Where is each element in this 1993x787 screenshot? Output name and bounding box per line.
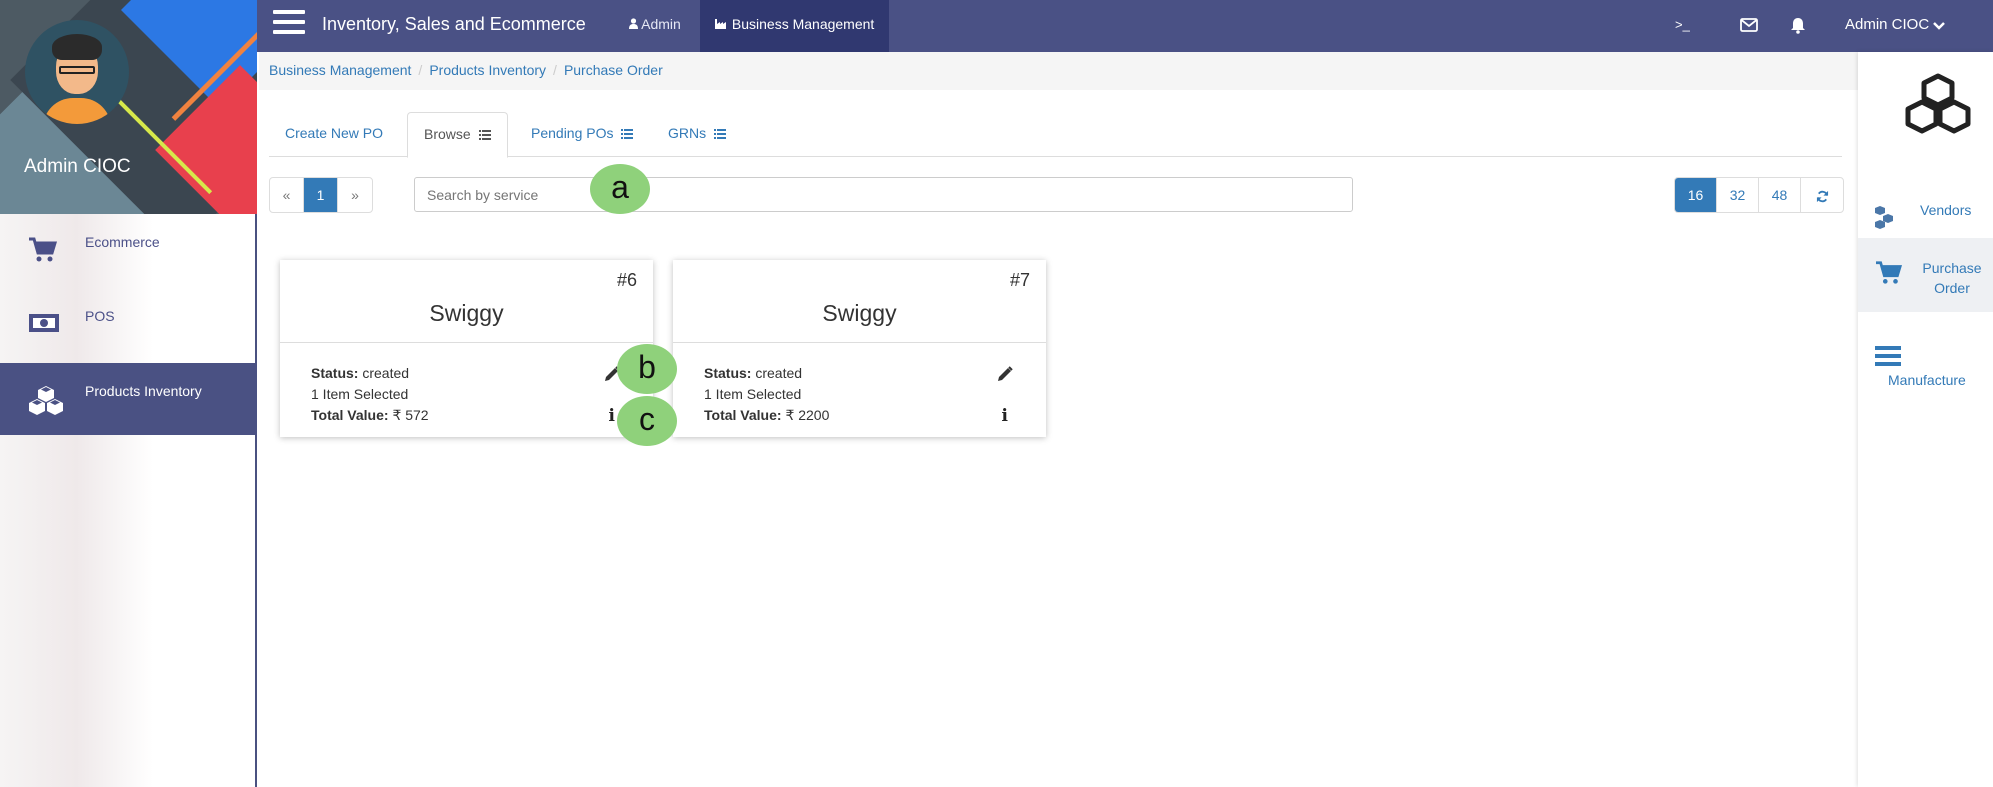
tab-pending-pos[interactable]: Pending POs bbox=[515, 112, 649, 157]
right-panel-purchase-order[interactable]: Purchase Order bbox=[1858, 238, 1993, 312]
po-vendor-name: Swiggy bbox=[429, 300, 504, 326]
profile-header: Admin CIOC bbox=[0, 0, 257, 214]
bell-icon[interactable] bbox=[1790, 0, 1806, 52]
sidebar-item-label: POS bbox=[85, 308, 115, 324]
pagination-prev[interactable]: « bbox=[270, 178, 304, 212]
user-menu-label: Admin CIOC bbox=[1845, 16, 1930, 33]
info-icon[interactable]: i bbox=[1002, 406, 1008, 426]
search-input[interactable] bbox=[414, 177, 1353, 212]
nav-link-business-management[interactable]: Business Management bbox=[700, 0, 890, 52]
refresh-button[interactable] bbox=[1801, 178, 1843, 212]
breadcrumb: Business Management / Products Inventory… bbox=[269, 62, 663, 78]
page-size-selector: 16 32 48 bbox=[1674, 177, 1844, 213]
user-menu[interactable]: Admin CIOC bbox=[1845, 0, 1946, 52]
breadcrumb-bar: Business Management / Products Inventory… bbox=[259, 52, 1859, 90]
po-total-label: Total Value: bbox=[311, 407, 389, 423]
tab-grns[interactable]: GRNs bbox=[652, 112, 742, 157]
cubes-icon bbox=[28, 385, 63, 415]
pagination-next[interactable]: » bbox=[338, 178, 372, 212]
info-icon[interactable]: i bbox=[609, 406, 615, 426]
list-icon bbox=[621, 129, 634, 140]
user-icon bbox=[629, 16, 641, 32]
po-status-label: Status: bbox=[311, 365, 359, 381]
app-root: Admin CIOC Ecommerce POS Products Invent… bbox=[0, 0, 1993, 787]
right-panel-label: Manufacture bbox=[1888, 372, 1966, 388]
annotation-b: b bbox=[617, 344, 677, 394]
list-icon bbox=[714, 129, 727, 140]
divider bbox=[673, 342, 1046, 343]
pagination-page[interactable]: 1 bbox=[304, 178, 338, 212]
profile-name: Admin CIOC bbox=[24, 156, 131, 177]
vendors-icon bbox=[1874, 204, 1900, 235]
hamburger-menu-icon[interactable] bbox=[273, 10, 305, 38]
avatar[interactable] bbox=[25, 20, 129, 124]
tab-create-new-po[interactable]: Create New PO bbox=[269, 112, 399, 157]
terminal-icon[interactable]: >_ bbox=[1675, 0, 1690, 52]
right-panel-manufacture[interactable]: Manufacture bbox=[1858, 334, 1993, 404]
breadcrumb-item[interactable]: Purchase Order bbox=[564, 62, 663, 78]
tab-label: GRNs bbox=[668, 125, 707, 141]
right-panel-label: Purchase Order bbox=[1922, 260, 1982, 296]
sidebar-item-pos[interactable]: POS bbox=[0, 288, 257, 360]
app-title: Inventory, Sales and Ecommerce bbox=[322, 14, 586, 34]
po-status-label: Status: bbox=[704, 365, 752, 381]
nav-link-label: Business Management bbox=[731, 16, 875, 32]
tab-bar: Create New PO Browse Pending POs GRNs bbox=[269, 112, 1842, 158]
right-panel-label: Vendors bbox=[1920, 202, 1972, 218]
sidebar-item-ecommerce[interactable]: Ecommerce bbox=[0, 214, 257, 286]
sidebar-item-label: Ecommerce bbox=[85, 234, 160, 250]
po-total: Total Value: ₹ 572 bbox=[311, 407, 429, 424]
annotation-c: c bbox=[617, 396, 677, 446]
pencil-icon[interactable] bbox=[996, 365, 1014, 383]
po-status-value: created bbox=[362, 365, 410, 381]
po-vendor-name: Swiggy bbox=[822, 300, 897, 326]
top-navbar: Inventory, Sales and Ecommerce Admin Bus… bbox=[257, 0, 1993, 52]
po-total-value: ₹ 2200 bbox=[785, 407, 830, 423]
po-card[interactable]: #7 Swiggy Status: created 1 Item Selecte… bbox=[673, 260, 1046, 437]
cubes-logo-icon bbox=[1902, 72, 1974, 139]
po-number: #6 bbox=[616, 270, 637, 290]
tab-browse[interactable]: Browse bbox=[407, 112, 508, 158]
nav-link-label: Admin bbox=[641, 16, 681, 32]
industry-icon bbox=[715, 16, 732, 32]
tab-label: Create New PO bbox=[285, 125, 384, 141]
list-icon bbox=[478, 130, 491, 141]
refresh-icon bbox=[1816, 190, 1828, 202]
page-size-option[interactable]: 32 bbox=[1717, 178, 1759, 212]
po-number: #7 bbox=[1009, 270, 1030, 290]
po-total: Total Value: ₹ 2200 bbox=[704, 407, 829, 424]
divider bbox=[280, 342, 653, 343]
po-items: 1 Item Selected bbox=[704, 386, 802, 402]
chevron-down-icon bbox=[1933, 16, 1946, 33]
nav-link-admin[interactable]: Admin bbox=[614, 0, 696, 52]
envelope-icon[interactable] bbox=[1740, 0, 1758, 52]
left-sidebar: Admin CIOC Ecommerce POS Products Invent… bbox=[0, 0, 257, 787]
po-status-value: created bbox=[755, 365, 803, 381]
po-status: Status: created bbox=[704, 365, 802, 381]
po-status: Status: created bbox=[311, 365, 409, 381]
annotation-a: a bbox=[590, 164, 650, 214]
breadcrumb-item[interactable]: Business Management bbox=[269, 62, 411, 78]
page-size-option[interactable]: 16 bbox=[1675, 178, 1717, 212]
sidebar-item-products-inventory[interactable]: Products Inventory bbox=[0, 363, 257, 435]
sidebar-item-label: Products Inventory bbox=[85, 383, 202, 399]
cart-icon bbox=[28, 236, 62, 266]
right-panel: Vendors Purchase Order Manufacture bbox=[1858, 52, 1993, 787]
breadcrumb-separator: / bbox=[418, 62, 423, 78]
po-items: 1 Item Selected bbox=[311, 386, 409, 402]
tab-label: Pending POs bbox=[531, 125, 614, 141]
cart-icon bbox=[1875, 260, 1903, 289]
money-icon bbox=[28, 310, 62, 340]
tab-label: Browse bbox=[424, 126, 471, 142]
page-size-option[interactable]: 48 bbox=[1759, 178, 1801, 212]
po-total-label: Total Value: bbox=[704, 407, 782, 423]
pagination: « 1 » bbox=[269, 177, 373, 213]
list-icon bbox=[1875, 346, 1901, 371]
po-total-value: ₹ 572 bbox=[392, 407, 429, 423]
breadcrumb-separator: / bbox=[553, 62, 557, 78]
po-card[interactable]: #6 Swiggy Status: created 1 Item Selecte… bbox=[280, 260, 653, 437]
breadcrumb-item[interactable]: Products Inventory bbox=[429, 62, 546, 78]
